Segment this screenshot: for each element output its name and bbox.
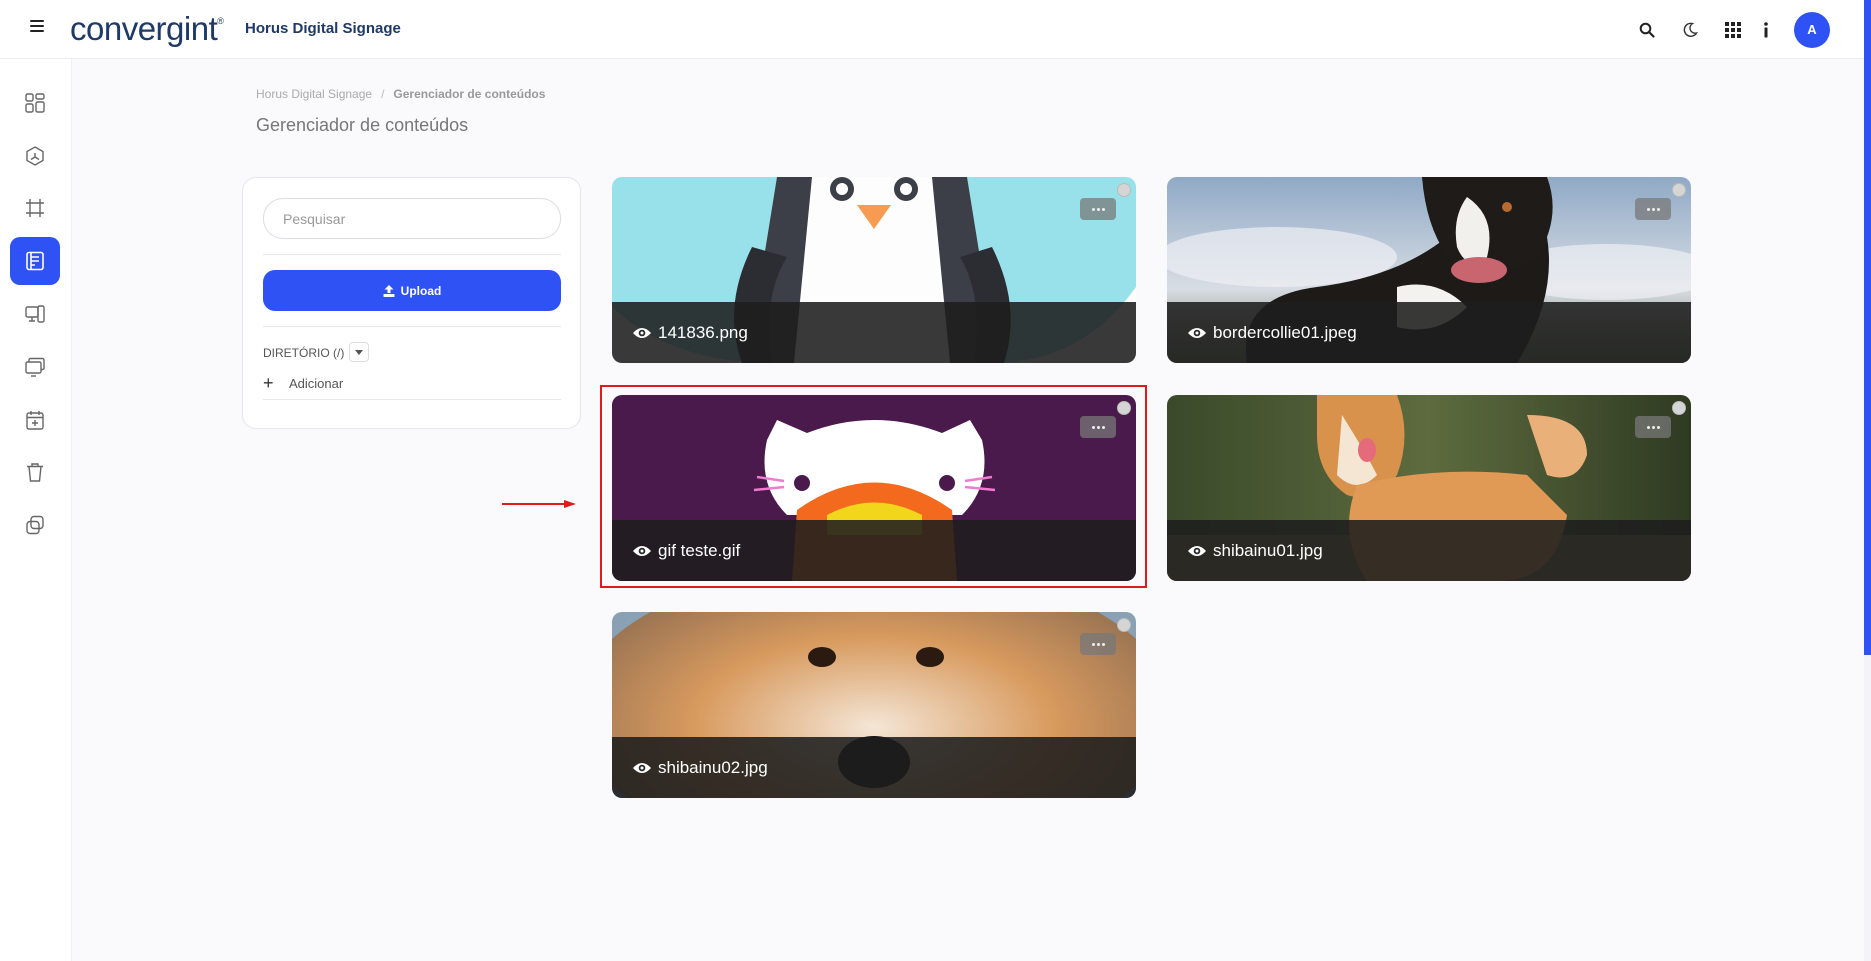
content-card[interactable]: shibainu02.jpg xyxy=(612,612,1136,798)
logo-text: convergint xyxy=(70,10,218,47)
calendar-add-icon xyxy=(26,411,44,430)
upload-label: Upload xyxy=(400,283,442,298)
page-title: Gerenciador de conteúdos xyxy=(256,115,469,135)
card-filename: shibainu01.jpg xyxy=(1213,540,1323,560)
divider xyxy=(263,254,561,255)
sidebar-item-screens[interactable] xyxy=(10,343,60,391)
apps-grid-icon[interactable] xyxy=(1711,10,1754,50)
content-card[interactable]: 141836.png xyxy=(612,177,1136,363)
search-input[interactable] xyxy=(263,198,561,239)
sidebar-item-trash[interactable] xyxy=(10,448,60,496)
more-options-button[interactable] xyxy=(1635,198,1671,220)
dashboard-icon xyxy=(25,93,45,113)
upload-icon xyxy=(383,284,395,297)
logo: convergint® xyxy=(70,10,224,47)
eye-icon[interactable] xyxy=(632,326,652,340)
more-options-button[interactable] xyxy=(1080,633,1116,655)
more-options-button[interactable] xyxy=(1080,198,1116,220)
sidebar-item-content[interactable] xyxy=(10,237,60,285)
copy-icon xyxy=(26,515,44,535)
eye-icon[interactable] xyxy=(1187,326,1207,340)
breadcrumb-current: Gerenciador de conteúdos xyxy=(393,87,546,101)
sidebar-item-cube[interactable] xyxy=(10,132,60,180)
select-radio[interactable] xyxy=(1117,618,1131,632)
card-filename: 141836.png xyxy=(658,322,748,342)
content-card[interactable]: bordercollie01.jpeg xyxy=(1167,177,1691,363)
devices-icon xyxy=(25,305,45,323)
breadcrumb-separator: / xyxy=(381,87,385,101)
directory-dropdown-toggle[interactable] xyxy=(349,342,369,362)
sidebar-item-copy[interactable] xyxy=(10,501,60,549)
divider xyxy=(263,399,561,400)
eye-icon[interactable] xyxy=(1187,544,1207,558)
directory-label: DIRETÓRIO (/) xyxy=(263,346,345,360)
card-filename: bordercollie01.jpeg xyxy=(1213,322,1357,342)
breadcrumb-root[interactable]: Horus Digital Signage xyxy=(256,87,372,101)
info-icon[interactable] xyxy=(1754,10,1778,50)
plus-icon: + xyxy=(263,373,274,393)
menu-icon[interactable] xyxy=(30,20,44,32)
eye-icon[interactable] xyxy=(632,761,652,775)
top-actions: A xyxy=(1625,0,1830,59)
search-icon[interactable] xyxy=(1625,10,1668,50)
upload-button[interactable]: Upload xyxy=(263,270,561,311)
content-icon xyxy=(26,251,44,271)
sidebar-item-devices[interactable] xyxy=(10,290,60,338)
sidebar xyxy=(0,59,72,961)
card-caption: shibainu01.jpg xyxy=(1167,520,1691,581)
card-caption: 141836.png xyxy=(612,302,1136,363)
content-card[interactable]: shibainu01.jpg xyxy=(1167,395,1691,581)
screens-icon xyxy=(25,357,45,377)
highlight-box xyxy=(600,385,1147,588)
add-directory-button[interactable]: + Adicionar xyxy=(263,374,343,392)
app-title: Horus Digital Signage xyxy=(245,20,401,37)
sidebar-item-frame[interactable] xyxy=(10,184,60,232)
scrollbar-thumb[interactable] xyxy=(1864,0,1871,655)
frame-icon xyxy=(26,199,44,217)
arrow-annotation xyxy=(502,500,576,508)
card-filename: shibainu02.jpg xyxy=(658,757,768,777)
cube-icon xyxy=(26,146,44,166)
more-options-button[interactable] xyxy=(1635,416,1671,438)
moon-icon[interactable] xyxy=(1668,10,1711,50)
sidebar-item-calendar[interactable] xyxy=(10,396,60,444)
select-radio[interactable] xyxy=(1672,183,1686,197)
select-radio[interactable] xyxy=(1117,183,1131,197)
directory-panel: Upload DIRETÓRIO (/) + Adicionar xyxy=(242,177,581,429)
select-radio[interactable] xyxy=(1672,401,1686,415)
top-bar: convergint® Horus Digital Signage A xyxy=(0,0,1864,59)
divider xyxy=(263,326,561,327)
card-caption: shibainu02.jpg xyxy=(612,737,1136,798)
card-caption: bordercollie01.jpeg xyxy=(1167,302,1691,363)
add-label: Adicionar xyxy=(289,375,344,391)
trash-icon xyxy=(27,463,43,482)
avatar[interactable]: A xyxy=(1794,11,1830,48)
breadcrumb: Horus Digital Signage / Gerenciador de con… xyxy=(256,87,545,101)
sidebar-item-dashboard[interactable] xyxy=(10,79,60,127)
